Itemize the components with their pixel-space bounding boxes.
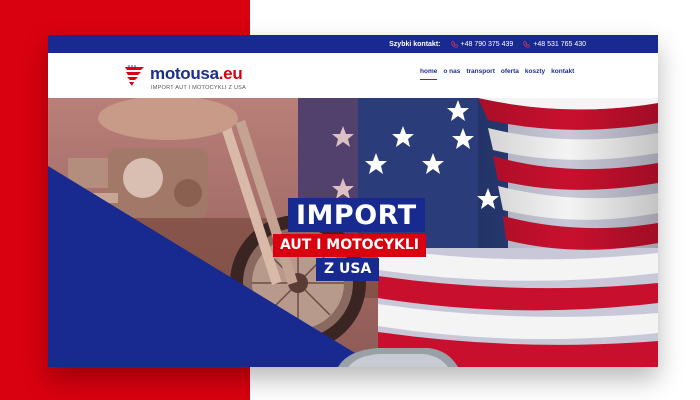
- nav-item-transport[interactable]: transport: [466, 68, 495, 80]
- nav-item-home[interactable]: home: [420, 68, 438, 80]
- hero-subtitle-z-usa: Z USA: [316, 258, 380, 281]
- phone-icon: [523, 40, 530, 48]
- nav-item-o-nas[interactable]: o nas: [443, 68, 460, 80]
- main-navbar: motousa.eu IMPORT AUT I MOTOCYKLI Z USA …: [48, 53, 658, 98]
- hero-subtitle-aut-i-motocykli: AUT I MOTOCYKLI: [273, 234, 426, 257]
- hero-background-image: [48, 98, 658, 367]
- hero-title-import: IMPORT: [288, 198, 425, 232]
- nav-item-kontakt[interactable]: kontakt: [551, 68, 574, 80]
- nav-item-oferta[interactable]: oferta: [501, 68, 519, 80]
- flag-swoosh-logo-icon: [125, 65, 144, 86]
- phone-icon: [450, 40, 458, 48]
- quick-contact-label: Szybki kontakt:: [389, 40, 441, 48]
- website-mockup: Szybki kontakt: +48 790 375 439 +48 531 …: [48, 35, 658, 367]
- logo-wordmark: motousa.eu: [150, 64, 243, 84]
- logo-tagline: IMPORT AUT I MOTOCYKLI Z USA: [151, 85, 247, 91]
- phone-number-1[interactable]: +48 790 375 439: [461, 41, 514, 48]
- main-menu: home o nas transport oferta koszty konta…: [420, 68, 574, 80]
- logo-name-main: motousa: [150, 64, 219, 83]
- logo-name-ext: .eu: [218, 64, 243, 83]
- top-contact-bar: Szybki kontakt: +48 790 375 439 +48 531 …: [48, 35, 658, 53]
- hero-banner: IMPORT AUT I MOTOCYKLI Z USA: [48, 98, 658, 367]
- phone-number-2[interactable]: +48 531 765 430: [533, 41, 586, 48]
- phone-contact-1[interactable]: +48 790 375 439: [450, 40, 514, 48]
- nav-item-koszty[interactable]: koszty: [525, 68, 545, 80]
- phone-contact-2[interactable]: +48 531 765 430: [523, 41, 586, 48]
